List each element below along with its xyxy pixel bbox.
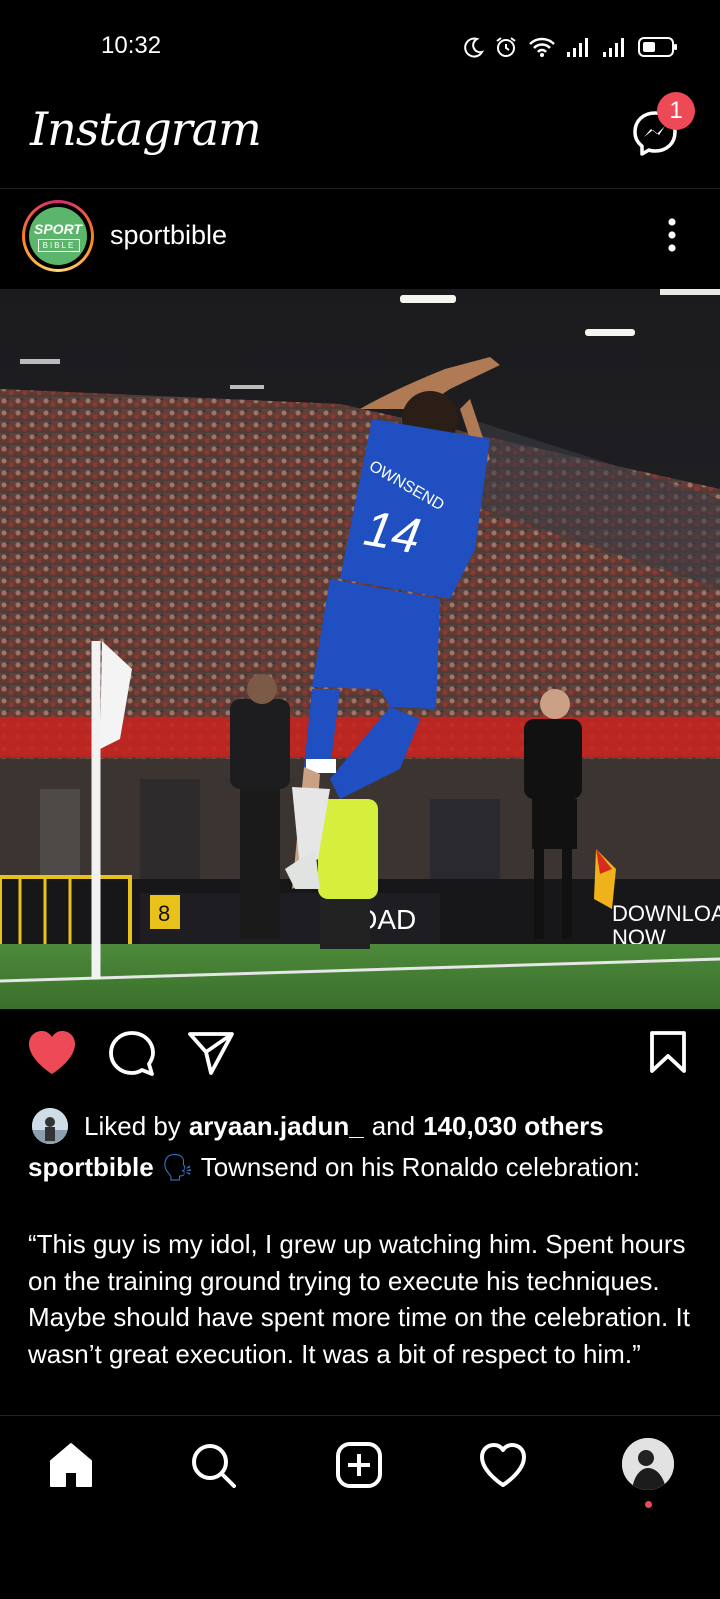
- app-header: Instagram: [0, 96, 720, 189]
- signal-icon: [567, 38, 588, 57]
- liker-avatar: [32, 1108, 68, 1144]
- moon-icon: [464, 37, 484, 58]
- more-options-button[interactable]: [664, 216, 680, 256]
- signal-icon: [603, 38, 624, 57]
- like-heart-icon[interactable]: [27, 1030, 77, 1076]
- post-image[interactable]: LOAD DOWNLOAD NOW 8: [0, 289, 720, 1009]
- speaking-head-emoji: 🗣: [160, 1152, 194, 1182]
- caption-text: Townsend on his Ronaldo celebration:: [200, 1152, 641, 1182]
- wifi-icon: [529, 37, 555, 57]
- bookmark-icon[interactable]: [649, 1030, 687, 1074]
- shirt-number: 14: [360, 500, 425, 565]
- bottom-nav: [0, 1415, 720, 1508]
- status-icons: [464, 32, 678, 62]
- instagram-logo[interactable]: Instagram: [30, 102, 262, 156]
- new-post-icon[interactable]: [336, 1442, 382, 1488]
- likes-connector: and: [371, 1110, 416, 1141]
- status-bar: 10:32: [0, 0, 720, 96]
- home-icon[interactable]: [48, 1442, 94, 1488]
- likes-count[interactable]: 140,030 others: [423, 1111, 604, 1142]
- sportbible-logo: SPORT BIBLE: [29, 207, 87, 265]
- post-photo: LOAD DOWNLOAD NOW 8: [0, 289, 720, 1009]
- board-text-download: DOWNLOAD: [612, 901, 720, 926]
- caption-username[interactable]: sportbible: [28, 1152, 154, 1182]
- liked-by-label: Liked by: [84, 1110, 181, 1141]
- liker-username[interactable]: aryaan.jadun_: [189, 1111, 364, 1142]
- post-actions: [0, 1030, 720, 1088]
- story-avatar[interactable]: SPORT BIBLE: [22, 200, 94, 272]
- share-icon[interactable]: [187, 1030, 235, 1076]
- activity-icon[interactable]: [479, 1442, 527, 1488]
- battery-icon: [638, 37, 677, 57]
- sign-number: 8: [158, 901, 170, 926]
- caption-quote: “This guy is my idol, I grew up watching…: [28, 1229, 690, 1369]
- search-icon[interactable]: [190, 1442, 236, 1488]
- messenger-badge: 1: [657, 92, 695, 130]
- profile-avatar[interactable]: [622, 1438, 674, 1490]
- post-header: SPORT BIBLE sportbible: [0, 189, 720, 289]
- post-username[interactable]: sportbible: [110, 220, 227, 251]
- caption-first-line: sportbible 🗣 Townsend on his Ronaldo cel…: [28, 1152, 640, 1183]
- comment-icon[interactable]: [108, 1030, 156, 1078]
- likes-summary[interactable]: Liked by aryaan.jadun_ and 140,030 other…: [32, 1106, 604, 1146]
- status-time: 10:32: [101, 32, 162, 59]
- alarm-icon: [496, 37, 516, 57]
- more-vertical-icon: [668, 218, 676, 252]
- profile-notification-dot: [645, 1501, 652, 1508]
